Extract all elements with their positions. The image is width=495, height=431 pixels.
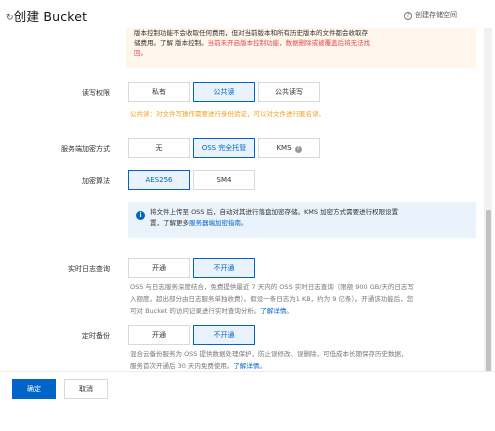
algorithm-option-sm4[interactable]: SM4 <box>193 170 255 190</box>
versioning-notice-line2-red: 当前未开启版本控制功能，数据删除或被覆盖后将无法找 <box>207 39 371 47</box>
algorithm-label: 加密算法 <box>82 177 110 185</box>
versioning-notice-line1: 版本控制功能不会收取任何费用，但对当前版本和所有历史版本的文件都会收取存 <box>134 29 368 37</box>
kms-help-icon[interactable]: ? <box>294 146 302 153</box>
back-icon[interactable]: ↻ <box>6 13 14 23</box>
help-link-label: 创建存储空间 <box>415 11 457 19</box>
encryption-info-line1: 将文件上传至 OSS 后，自动对其进行落盘加密存储。KMS 加密方式需要进行权限… <box>150 208 399 216</box>
realtime-log-hint-line1: OSS 与日志服务深度结合，免费提供最近 7 天内的 OSS 实时日志查询（限额… <box>130 283 414 291</box>
realtime-log-hint-line2: 入额度，超出部分由日志服务单独收费）。假设一条日志为1 KB，约为 9 亿条）。… <box>130 295 414 303</box>
acl-label: 读写权限 <box>82 89 110 97</box>
kms-label: KMS <box>276 144 292 152</box>
backup-hint-line2-prefix: 服务首次开通后 30 天内免费使用。 <box>130 362 234 370</box>
encryption-option-kms[interactable]: KMS? <box>258 138 320 158</box>
page-title-text: 创建 Bucket <box>13 9 88 24</box>
realtime-log-label: 实时日志查询 <box>68 265 110 273</box>
info-icon: i <box>136 211 145 220</box>
backup-hint-line2: 服务首次开通后 30 天内免费使用。了解详情。 <box>130 360 475 371</box>
encryption-info-line2: 置，了解更多服务器端加密指南。 <box>150 218 248 229</box>
backup-option-enable[interactable]: 开通 <box>128 325 190 345</box>
realtime-log-option-disable[interactable]: 不开通 <box>193 258 255 278</box>
dialog-header: ↻创建 Bucket ? 创建存储空间 <box>0 0 495 28</box>
backup-hint-line1: 混合云备份服务为 OSS 提供数据处理保护，防止误修改、误删除，可低成本长期保存… <box>130 350 408 358</box>
backup-label: 定时备份 <box>82 332 110 340</box>
encryption-guide-link[interactable]: 服务器端加密指南。 <box>189 219 248 227</box>
algorithm-option-aes256[interactable]: AES256 <box>128 170 190 190</box>
acl-option-public-read-write[interactable]: 公共读写 <box>258 82 320 102</box>
backup-hint: 混合云备份服务为 OSS 提供数据处理保护，防止误修改、误删除，可低成本长期保存… <box>130 348 475 371</box>
versioning-notice-line2: 储费用。了解 版本控制。当前未开启版本控制功能，数据删除或被覆盖后将无法找 <box>134 38 370 48</box>
acl-option-public-read[interactable]: 公共读 <box>193 82 255 102</box>
help-link[interactable]: ? 创建存储空间 <box>404 10 457 20</box>
dialog-footer: 确定 取消 <box>0 371 495 431</box>
realtime-log-hint: OSS 与日志服务深度结合，免费提供最近 7 天内的 OSS 实时日志查询（限额… <box>130 281 475 317</box>
realtime-log-learn-more-link[interactable]: 了解详情。 <box>260 307 293 315</box>
encryption-info-line2-prefix: 置，了解更多 <box>150 219 189 227</box>
acl-hint: 公共读：对文件写操作需要进行身份验证，可以对文件进行匿名读。 <box>130 110 325 118</box>
realtime-log-hint-line3-prefix: 可对 Bucket 的访问记录进行实时查询分析。 <box>130 307 261 315</box>
scrollbar-thumb[interactable] <box>486 210 491 380</box>
backup-option-disable[interactable]: 不开通 <box>193 325 255 345</box>
backup-learn-more-link[interactable]: 了解详情。 <box>233 362 266 370</box>
realtime-log-option-enable[interactable]: 开通 <box>128 258 190 278</box>
question-circle-icon: ? <box>404 12 412 20</box>
encryption-info-box: i 将文件上传至 OSS 后，自动对其进行落盘加密存储。KMS 加密方式需要进行… <box>128 202 476 238</box>
acl-option-private[interactable]: 私有 <box>128 82 190 102</box>
page-title: ↻创建 Bucket <box>6 6 87 25</box>
realtime-log-hint-line3: 可对 Bucket 的访问记录进行实时查询分析。了解详情。 <box>130 305 475 317</box>
versioning-notice: 版本控制功能不会收取任何费用，但对当前版本和所有历史版本的文件都会收取存 储费用… <box>126 28 476 68</box>
encryption-option-none[interactable]: 无 <box>128 138 190 158</box>
form-scroll-area[interactable]: 版本控制功能不会收取任何费用，但对当前版本和所有历史版本的文件都会收取存 储费用… <box>0 28 483 371</box>
encryption-option-oss-managed[interactable]: OSS 完全托管 <box>193 138 255 158</box>
cancel-button[interactable]: 取消 <box>64 379 108 399</box>
versioning-notice-line2-prefix: 储费用。了解 版本控制。 <box>134 39 208 47</box>
confirm-button[interactable]: 确定 <box>12 379 56 399</box>
versioning-notice-line3: 回。 <box>134 49 147 57</box>
encryption-label: 服务端加密方式 <box>61 145 110 153</box>
